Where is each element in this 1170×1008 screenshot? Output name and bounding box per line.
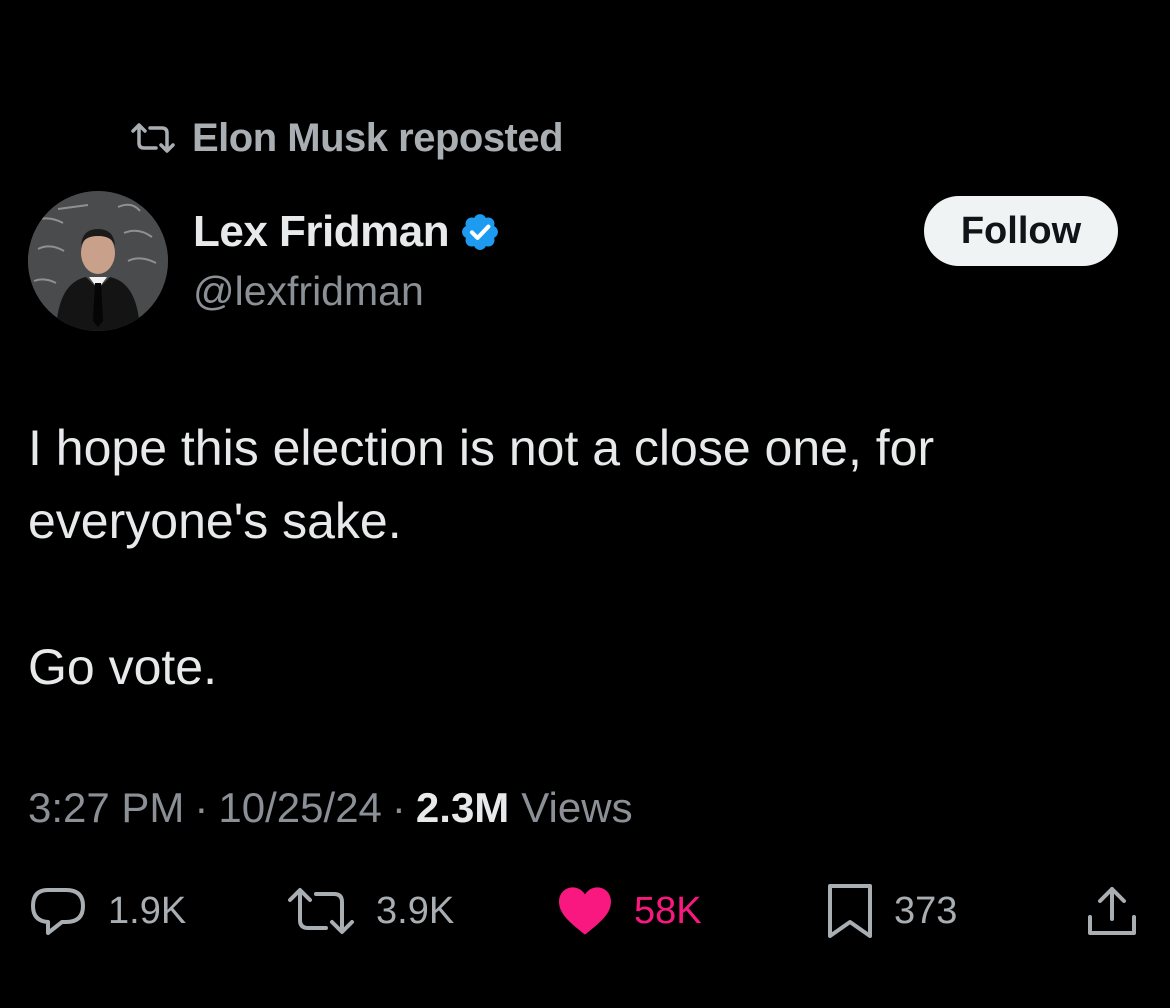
reply-button[interactable]: 1.9K	[28, 876, 186, 946]
post-date[interactable]: 10/25/24	[218, 784, 382, 832]
reply-count: 1.9K	[108, 889, 187, 932]
repost-button[interactable]: 3.9K	[286, 876, 454, 946]
post-paragraph: I hope this election is not a close one,…	[28, 420, 935, 549]
repost-icon	[130, 123, 176, 153]
meta-separator: ·	[391, 784, 406, 831]
post-detail: Elon Musk reposted Lex Fridman @lexfridm…	[0, 0, 1170, 1008]
like-button[interactable]: 58K	[556, 876, 702, 946]
share-icon	[1084, 883, 1140, 939]
repost-icon	[286, 886, 356, 936]
reply-icon	[28, 886, 88, 936]
verified-badge-icon[interactable]	[459, 211, 501, 253]
share-button[interactable]	[1084, 876, 1140, 946]
views-label: Views	[521, 784, 633, 831]
action-bar: 1.9K 3.9K 58K 373	[0, 876, 1170, 946]
repost-count: 3.9K	[376, 889, 455, 932]
follow-button[interactable]: Follow	[924, 196, 1118, 266]
repost-label: Elon Musk reposted	[192, 115, 564, 160]
post-paragraph: Go vote.	[28, 639, 217, 695]
bookmark-icon	[826, 882, 874, 940]
author-name[interactable]: Lex Fridman	[193, 207, 450, 257]
post-time[interactable]: 3:27 PM	[28, 784, 184, 832]
author-avatar[interactable]	[28, 191, 168, 331]
like-count: 58K	[634, 889, 702, 932]
bookmark-count: 373	[894, 889, 958, 932]
bookmark-button[interactable]: 373	[826, 876, 957, 946]
views-count: 2.3M	[415, 784, 510, 831]
post-text: I hope this election is not a close one,…	[28, 412, 1138, 704]
repost-indicator[interactable]: Elon Musk reposted	[130, 115, 564, 160]
meta-separator: ·	[194, 784, 209, 831]
post-meta: 3:27 PM · 10/25/24 · 2.3M Views	[28, 782, 633, 834]
author-handle[interactable]: @lexfridman	[193, 268, 424, 315]
author-name-row[interactable]: Lex Fridman	[193, 204, 501, 260]
heart-icon	[556, 885, 614, 937]
